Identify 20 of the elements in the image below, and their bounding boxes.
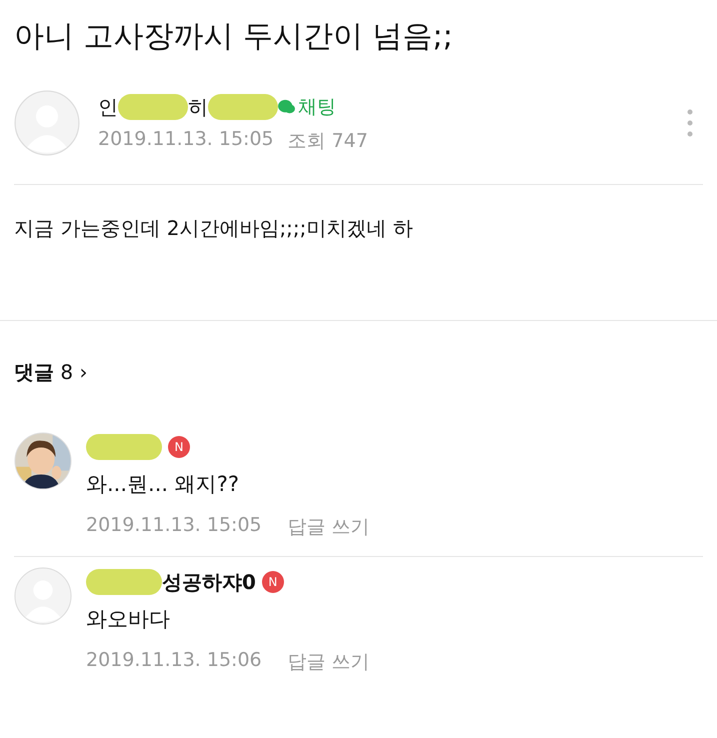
view-count: 조회 747 [288, 129, 368, 154]
new-badge: N [262, 571, 284, 593]
commenter-name[interactable]: 성공하쟈0 [162, 568, 256, 596]
avatar-icon[interactable] [14, 90, 80, 156]
comment-date: 2019.11.13. 15:05 [86, 514, 262, 538]
new-badge: N [168, 436, 190, 458]
comment-text: 와...뭔... 왜지?? [86, 471, 240, 498]
more-options-icon[interactable] [687, 108, 693, 138]
redaction-mark [208, 94, 278, 120]
author-name[interactable]: 인 [98, 94, 118, 120]
post-date: 2019.11.13. 15:05 [98, 128, 274, 152]
post-body: 지금 가는중인데 2시간에바임;;;;미치겠네 하 [14, 215, 414, 242]
speech-bubbles-icon [278, 99, 296, 115]
author-name[interactable]: 히 [188, 94, 208, 120]
avatar-icon[interactable] [14, 567, 72, 625]
comments-link[interactable]: 댓글 8 › [14, 321, 703, 422]
post-title: 아니 고사장까시 두시간이 넘음;; [14, 18, 454, 56]
comment-date: 2019.11.13. 15:06 [86, 649, 262, 673]
redaction-mark [118, 94, 188, 120]
comment-text: 와오바다 [86, 606, 171, 633]
